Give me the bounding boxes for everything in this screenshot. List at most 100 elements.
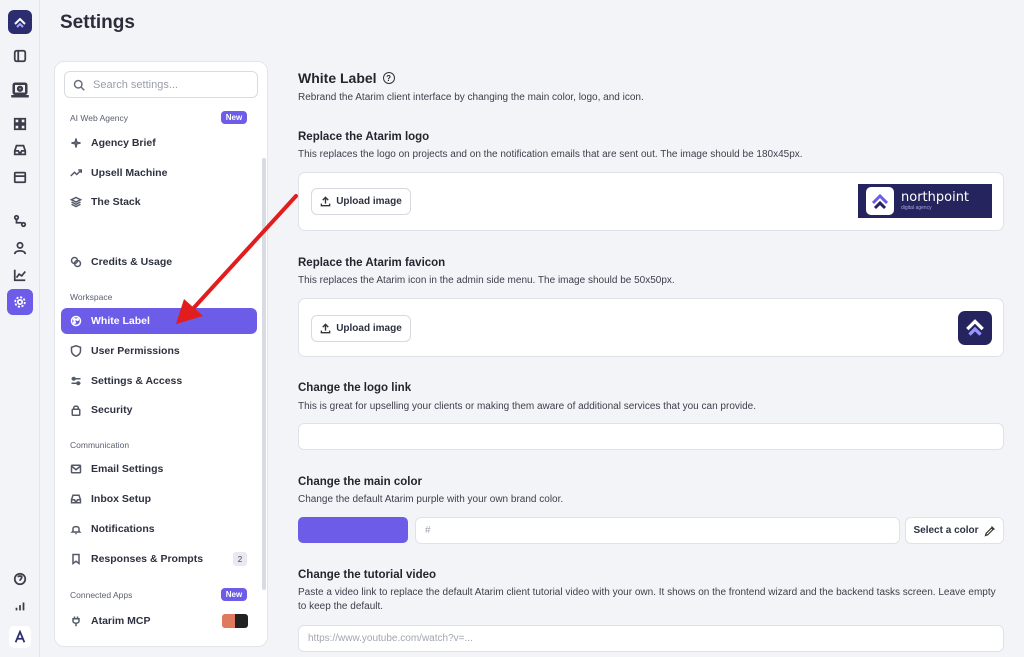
bell-icon [70, 525, 82, 535]
lock-icon [71, 405, 81, 416]
tutorial-video-description: Paste a video link to replace the defaul… [298, 587, 996, 612]
calendar-icon[interactable] [12, 169, 28, 185]
chart-icon[interactable] [12, 267, 28, 283]
stats-icon[interactable] [12, 598, 28, 614]
sidebar-item-label: Email Settings [91, 463, 164, 475]
plug-icon [72, 616, 80, 627]
section-connected-apps: Connected Apps [70, 590, 133, 600]
new-badge: New [221, 588, 247, 601]
select-color-button[interactable]: Select a color [905, 517, 1004, 544]
sidebar-item-security[interactable]: Security [61, 397, 257, 423]
sidebar-item-inbox-setup[interactable]: Inbox Setup [61, 486, 257, 512]
upload-logo-button[interactable]: Upload image [311, 188, 411, 215]
search-icon [73, 79, 85, 91]
sidebar-item-label: Upsell Machine [91, 167, 168, 179]
sidebar-toggle-icon[interactable] [12, 48, 28, 64]
logo-tagline: digital agency [901, 205, 932, 211]
logo-upload-card: Upload image northpoint digital agency [298, 172, 1004, 231]
settings-gear-icon[interactable] [7, 289, 33, 315]
mail-icon [70, 464, 82, 474]
white-label-title: White Label [298, 70, 377, 86]
logo-link-heading: Change the logo link [298, 382, 412, 394]
tutorial-video-heading: Change the tutorial video [298, 569, 437, 581]
inbox-icon[interactable] [12, 142, 28, 158]
select-color-label: Select a color [913, 525, 979, 536]
sidebar-item-label: Responses & Prompts [91, 553, 204, 565]
sidebar-item-label: White Label [91, 315, 150, 327]
northpoint-logo-mark-icon [866, 187, 894, 215]
sidebar-item-label: Agency Brief [91, 137, 156, 149]
search-input[interactable] [93, 78, 243, 91]
logo-link-description: This is great for upselling your clients… [298, 401, 757, 412]
section-ai-web-agency: AI Web Agency [70, 113, 128, 123]
sidebar-item-label: The Stack [91, 196, 141, 208]
logo-link-input[interactable] [298, 423, 1004, 450]
upload-icon [320, 196, 331, 207]
bookmark-icon [72, 553, 80, 565]
section-subtitle: Rebrand the Atarim client interface by c… [298, 92, 644, 103]
sidebar-item-user-permissions[interactable]: User Permissions [61, 338, 257, 364]
trend-up-icon [70, 169, 82, 177]
logo-brand-name: northpoint [901, 190, 970, 205]
sidebar-item-upsell-machine[interactable]: Upsell Machine [61, 160, 257, 186]
sidebar-item-label: Credits & Usage [91, 256, 173, 268]
inbox-icon [70, 494, 82, 504]
sidebar-item-settings-access[interactable]: Settings & Access [61, 368, 257, 394]
sidebar-item-white-label[interactable]: White Label [61, 308, 257, 334]
upload-label: Upload image [336, 196, 402, 207]
settings-nav-panel: AI Web Agency New Agency Brief Upsell Ma… [54, 61, 268, 647]
left-rail [0, 0, 40, 657]
atarim-logo-icon[interactable] [8, 10, 32, 34]
sidebar-item-credits-usage[interactable]: Credits & Usage [61, 249, 257, 275]
upload-label: Upload image [336, 323, 402, 334]
grid-icon[interactable] [12, 116, 28, 132]
logo-wordmark: northpoint digital agency [901, 190, 970, 212]
sidebar-item-label: Security [91, 404, 133, 416]
sidebar-item-notifications[interactable]: Notifications [61, 516, 257, 542]
tutorial-video-input[interactable] [298, 625, 1004, 652]
workflow-icon[interactable] [12, 213, 28, 229]
sidebar-item-label: Inbox Setup [91, 493, 152, 505]
mcp-app-icons [222, 614, 248, 628]
favicon-preview-icon [958, 311, 992, 345]
logo-description: This replaces the logo on projects and o… [298, 149, 803, 160]
help-icon[interactable]: ? [382, 72, 395, 84]
eyedropper-icon [984, 525, 995, 536]
upload-icon [320, 323, 331, 334]
page-title: Settings [60, 12, 135, 33]
logo-heading: Replace the Atarim logo [298, 131, 430, 143]
sidebar-item-responses-prompts[interactable]: Responses & Prompts [61, 546, 257, 572]
sparkles-icon [71, 138, 81, 148]
scrollbar[interactable] [262, 158, 266, 590]
hex-color-input[interactable] [415, 517, 900, 544]
upload-favicon-button[interactable]: Upload image [311, 315, 411, 342]
sidebar-item-label: Notifications [91, 523, 155, 535]
responses-count-badge: 2 [233, 552, 247, 566]
sidebar-item-agency-brief[interactable]: Agency Brief [61, 130, 257, 156]
section-title: White Label ? [298, 70, 395, 86]
section-workspace: Workspace [70, 292, 113, 302]
account-avatar[interactable] [9, 626, 31, 648]
sidebar-item-the-stack[interactable]: The Stack [61, 189, 257, 215]
user-icon[interactable] [12, 240, 28, 256]
claude-icon [222, 614, 235, 628]
shield-icon [70, 345, 82, 357]
laptop-settings-icon[interactable] [8, 78, 32, 102]
section-communication: Communication [70, 440, 130, 450]
main-color-heading: Change the main color [298, 476, 422, 488]
search-box[interactable] [64, 71, 258, 98]
favicon-upload-card: Upload image [298, 298, 1004, 357]
new-badge: New [221, 111, 247, 124]
sliders-icon [71, 376, 81, 386]
favicon-description: This replaces the Atarim icon in the adm… [298, 275, 675, 286]
main-color-description: Change the default Atarim purple with yo… [298, 494, 564, 505]
help-icon[interactable] [12, 571, 28, 587]
sidebar-item-label: User Permissions [91, 345, 180, 357]
favicon-heading: Replace the Atarim favicon [298, 257, 446, 269]
sidebar-item-label: Atarim MCP [91, 615, 151, 627]
coins-icon [70, 256, 82, 268]
logo-preview-image: northpoint digital agency [858, 184, 992, 218]
sidebar-item-email-settings[interactable]: Email Settings [61, 456, 257, 482]
color-swatch[interactable] [298, 517, 408, 543]
palette-icon [70, 315, 82, 327]
